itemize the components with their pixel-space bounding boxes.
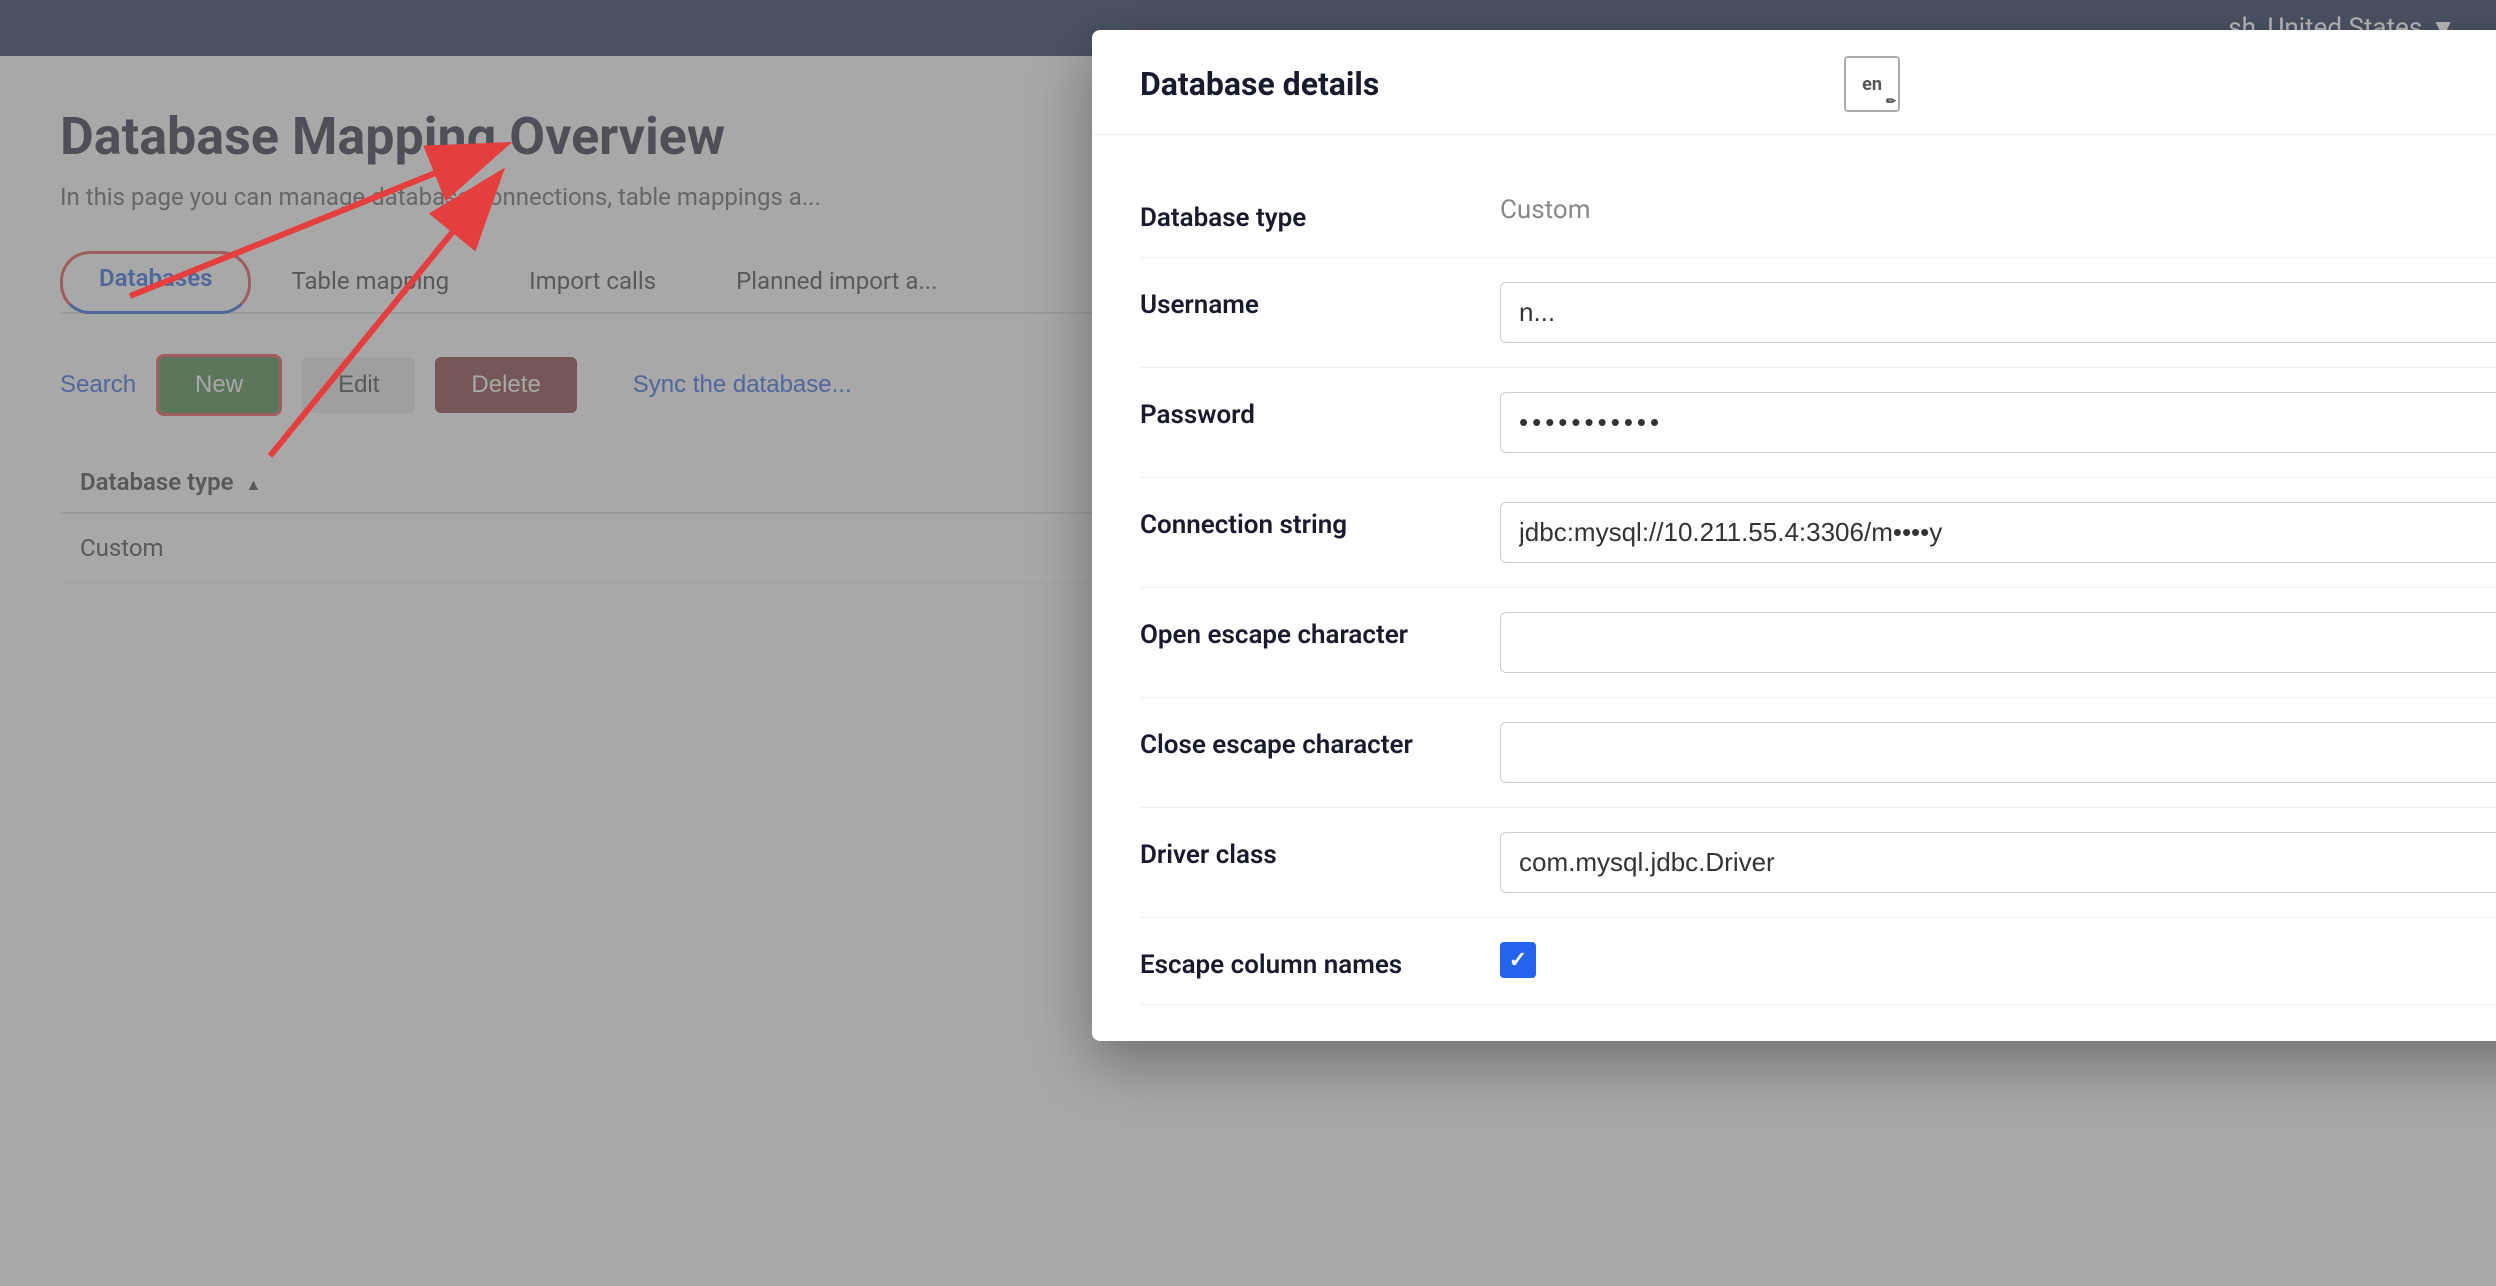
form-row-database-type: Database type Custom <box>1140 171 2496 258</box>
label-connection-string: Connection string <box>1140 502 1460 540</box>
form-row-username: Username <box>1140 258 2496 368</box>
form-row-driver-class: Driver class <box>1140 808 2496 918</box>
label-database-type: Database type <box>1140 195 1460 233</box>
modal-title: Database details <box>1140 65 1379 103</box>
label-open-escape: Open escape character <box>1140 612 1460 650</box>
label-username: Username <box>1140 282 1460 320</box>
input-username[interactable] <box>1500 282 2496 343</box>
locale-icon: en ✏ <box>1844 56 1900 112</box>
form-row-escape-column-names: Escape column names <box>1140 918 2496 1005</box>
label-password: Password <box>1140 392 1460 430</box>
input-open-escape[interactable] <box>1500 612 2496 673</box>
value-database-type: Custom <box>1500 195 2496 225</box>
locale-icon-area: en ✏ <box>1844 56 1900 112</box>
input-close-escape[interactable] <box>1500 722 2496 783</box>
modal-body: Database type Custom Username Password C… <box>1092 135 2496 1041</box>
form-row-password: Password <box>1140 368 2496 478</box>
form-row-close-escape: Close escape character <box>1140 698 2496 808</box>
checkbox-row-escape-column <box>1500 942 1536 978</box>
label-driver-class: Driver class <box>1140 832 1460 870</box>
input-connection-string[interactable] <box>1500 502 2496 563</box>
label-escape-column-names: Escape column names <box>1140 942 1460 980</box>
database-details-modal: Database details en ✏ × Database type Cu… <box>1092 30 2496 1041</box>
modal-header: Database details en ✏ × <box>1092 30 2496 135</box>
label-close-escape: Close escape character <box>1140 722 1460 760</box>
input-driver-class[interactable] <box>1500 832 2496 893</box>
input-password[interactable] <box>1500 392 2496 453</box>
checkbox-escape-column-names[interactable] <box>1500 942 1536 978</box>
form-row-open-escape: Open escape character <box>1140 588 2496 698</box>
form-row-connection-string: Connection string <box>1140 478 2496 588</box>
